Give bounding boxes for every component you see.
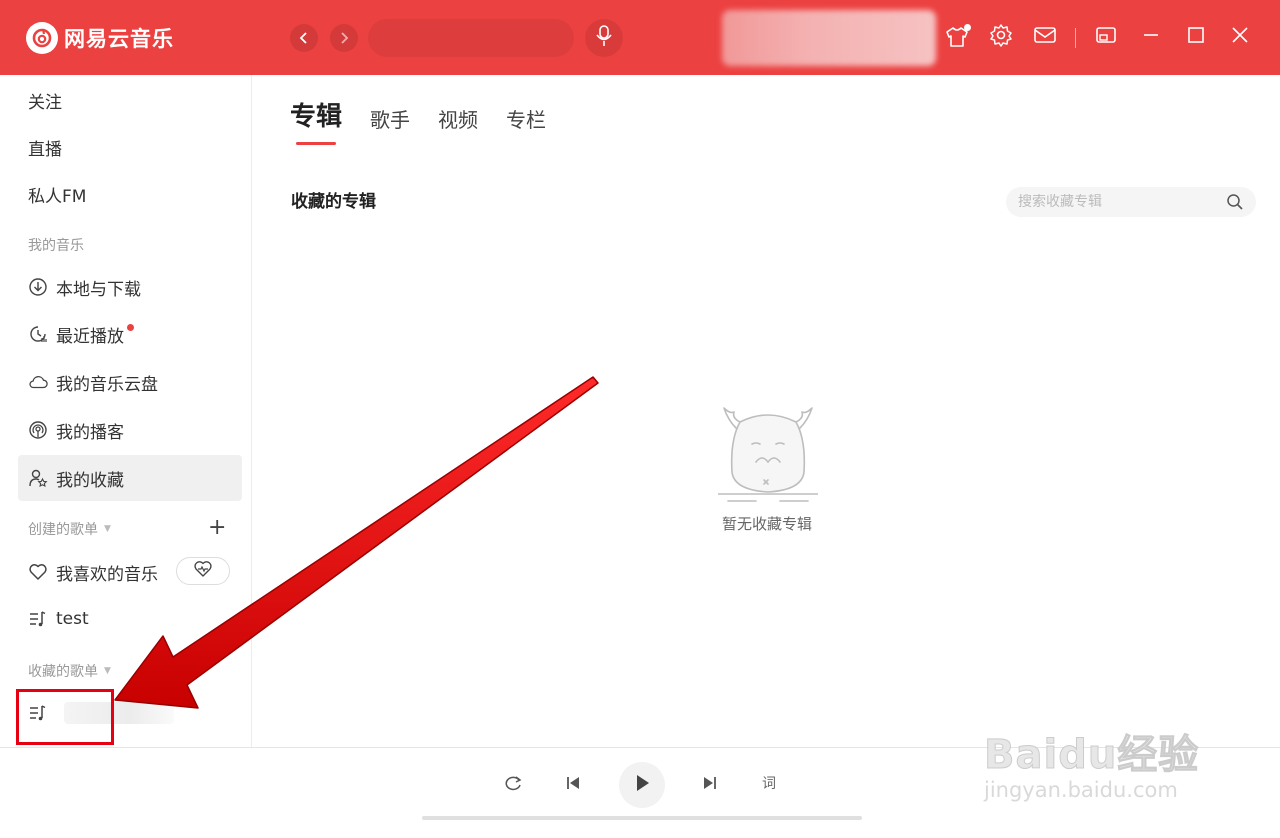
recent-icon: [28, 324, 48, 344]
tab-label: 专辑: [290, 102, 343, 132]
play-button[interactable]: [619, 762, 665, 808]
netease-logo-icon: [26, 22, 58, 54]
watermark-sub-text: jingyan.baidu.com: [984, 778, 1178, 802]
minimize-icon: [1142, 26, 1160, 48]
sidebar-item-follow[interactable]: 关注: [18, 77, 242, 123]
sidebar-item-cloud[interactable]: 我的音乐云盘: [18, 359, 242, 405]
repeat-icon: [503, 774, 523, 796]
skin-button[interactable]: [944, 24, 971, 50]
sidebar-item-personal-fm[interactable]: 私人FM: [18, 171, 242, 217]
tab-columns[interactable]: 专栏: [506, 104, 546, 133]
title-bar: 网易云音乐: [0, 0, 1280, 75]
sidebar-item-playlist-test[interactable]: test: [18, 596, 242, 642]
voice-search-button[interactable]: [585, 19, 623, 57]
settings-button[interactable]: [988, 24, 1014, 50]
watermark-main-text: Baidu经验: [983, 732, 1200, 779]
sidebar-item-label: 最近播放: [56, 326, 124, 347]
sidebar-item-local-download[interactable]: 本地与下载: [18, 264, 242, 310]
collected-playlists-heading[interactable]: 收藏的歌单 ▼: [28, 661, 111, 681]
skin-icon: [945, 24, 971, 48]
play-icon: [633, 773, 651, 797]
tab-videos[interactable]: 视频: [438, 104, 478, 133]
next-icon: [701, 774, 719, 796]
caret-down-icon: ▼: [104, 666, 111, 676]
sidebar-item-label: 我的收藏: [56, 470, 124, 491]
previous-button[interactable]: [564, 774, 582, 796]
empty-moose-illustration-icon: [718, 407, 818, 502]
mini-mode-button[interactable]: [1093, 24, 1119, 50]
next-button[interactable]: [701, 774, 719, 796]
search-icon[interactable]: [1226, 193, 1244, 215]
tab-label: 视频: [438, 108, 479, 132]
close-button[interactable]: [1227, 24, 1253, 50]
heartbeat-icon: [193, 560, 213, 582]
settings-icon: [989, 23, 1013, 51]
sidebar-item-label: 本地与下载: [56, 279, 141, 300]
forward-button[interactable]: [330, 24, 358, 52]
sidebar: 关注 直播 私人FM 我的音乐 本地与下载 最近播放 我的音乐云盘 我的播客 我…: [4, 75, 252, 747]
global-search-input[interactable]: [368, 19, 574, 57]
forward-icon: [338, 29, 350, 48]
active-tab-indicator: [296, 142, 336, 145]
section-title: 收藏的专辑: [291, 192, 376, 212]
sidebar-item-label: 关注: [28, 92, 62, 113]
sidebar-item-label: test: [56, 609, 89, 629]
playlist-icon: [28, 609, 48, 629]
sidebar-item-label: 我喜欢的音乐: [56, 564, 158, 585]
mail-icon: [1033, 25, 1057, 49]
highlight-box: [16, 689, 114, 745]
mail-button[interactable]: [1032, 24, 1058, 50]
previous-icon: [564, 774, 582, 796]
collection-icon: [28, 468, 48, 488]
tab-label: 专栏: [506, 108, 547, 132]
sidebar-item-podcast[interactable]: 我的播客: [18, 407, 242, 453]
collection-search: [1006, 187, 1256, 217]
tab-albums[interactable]: 专辑: [290, 96, 343, 145]
lyric-label: 词: [762, 776, 776, 792]
minimize-button[interactable]: [1138, 24, 1164, 50]
skin-badge: [964, 24, 971, 31]
sidebar-item-collection[interactable]: 我的收藏: [18, 455, 242, 501]
recent-badge: [127, 323, 134, 331]
my-music-heading: 我的音乐: [28, 235, 84, 255]
baidu-watermark: Baidu经验 jingyan.baidu.com: [983, 700, 1234, 810]
back-button[interactable]: [290, 24, 318, 52]
maximize-icon: [1187, 26, 1205, 48]
heart-icon: [28, 562, 48, 582]
sidebar-item-label: 直播: [28, 139, 62, 160]
sidebar-item-live[interactable]: 直播: [18, 124, 242, 170]
app-logo[interactable]: 网易云音乐: [26, 22, 174, 54]
podcast-icon: [28, 420, 48, 440]
tab-artists[interactable]: 歌手: [370, 104, 410, 133]
user-profile-area[interactable]: [722, 10, 936, 66]
empty-state-text: 暂无收藏专辑: [721, 515, 812, 533]
back-icon: [298, 29, 310, 48]
play-mode-button[interactable]: [503, 774, 523, 796]
my-music-heading-label: 我的音乐: [28, 238, 84, 254]
titlebar-divider: [1075, 28, 1076, 48]
app-name: 网易云音乐: [64, 27, 174, 51]
collection-search-input[interactable]: [1018, 194, 1218, 210]
download-icon: [28, 277, 48, 297]
sidebar-item-label: 我的播客: [56, 422, 124, 443]
mini-mode-icon: [1095, 25, 1117, 49]
collection-tabs: 专辑 歌手 视频 专栏: [290, 96, 574, 145]
mic-icon: [595, 25, 613, 51]
progress-bar[interactable]: [422, 816, 862, 820]
cloud-icon: [28, 372, 48, 392]
lyric-button[interactable]: 词: [762, 773, 776, 793]
sidebar-item-label: 我的音乐云盘: [56, 374, 158, 395]
maximize-button[interactable]: [1183, 24, 1209, 50]
close-icon: [1231, 26, 1249, 48]
sidebar-item-recent[interactable]: 最近播放: [18, 311, 242, 357]
heartbeat-mode-button[interactable]: [176, 557, 230, 585]
sidebar-item-label: 私人FM: [28, 186, 87, 207]
collected-heading-label: 收藏的歌单: [28, 664, 98, 680]
tab-label: 歌手: [370, 108, 411, 132]
